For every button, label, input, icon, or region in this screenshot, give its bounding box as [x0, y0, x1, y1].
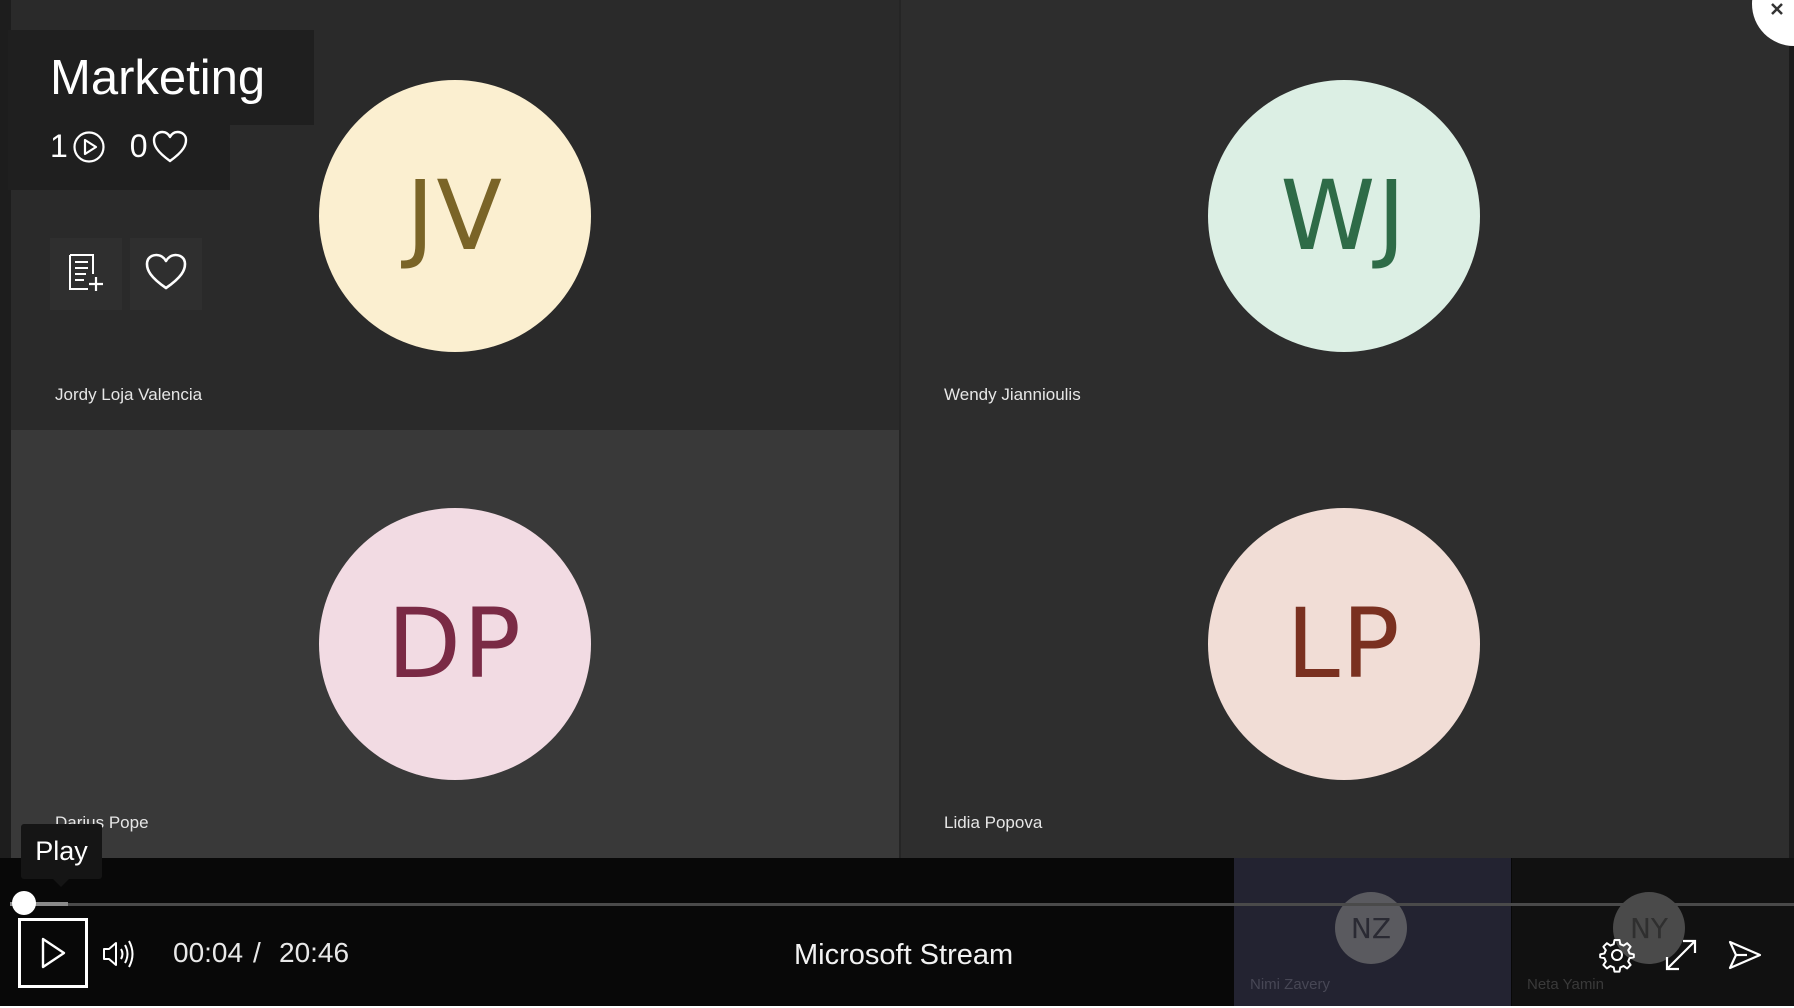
progress-handle[interactable] — [12, 891, 36, 915]
play-tooltip: Play — [21, 824, 102, 887]
participant-thumbnail: NZ Nimi Zavery — [1234, 858, 1511, 1006]
fullscreen-button[interactable] — [1660, 934, 1702, 976]
player-controls-bar: NZ Nimi Zavery NY Neta Yamin — [0, 858, 1794, 1006]
screen: JV Jordy Loja Valencia WJ Wendy Jianniou… — [0, 0, 1794, 1008]
playlist-add-icon — [66, 252, 106, 297]
like-count: 0 — [129, 128, 148, 164]
participant-name: Wendy Jiannioulis — [944, 385, 1081, 404]
participant-avatar: DP — [319, 508, 591, 780]
avatar-initials: LP — [1286, 588, 1402, 700]
avatar-initials: JV — [406, 160, 504, 272]
like-button[interactable] — [130, 238, 202, 310]
play-circle-icon — [72, 130, 106, 164]
play-icon — [41, 937, 66, 969]
participant-avatar: LP — [1208, 508, 1480, 780]
volume-icon — [103, 940, 134, 968]
avatar-initials: WJ — [1280, 160, 1408, 272]
gear-icon — [1599, 939, 1635, 973]
participant-tile: DP Darius Pope — [11, 430, 899, 858]
expand-icon — [1665, 939, 1697, 971]
thumbnail-name: Nimi Zavery — [1250, 976, 1331, 993]
volume-button[interactable] — [99, 936, 139, 972]
current-time: 00:04 — [173, 937, 244, 968]
share-icon — [1728, 940, 1762, 970]
add-to-playlist-button[interactable] — [50, 238, 122, 310]
participant-tile: WJ Wendy Jiannioulis — [901, 0, 1789, 430]
video-right-edge — [1789, 0, 1794, 860]
heart-icon — [152, 130, 188, 164]
video-title: Marketing — [50, 51, 266, 105]
participant-name: Jordy Loja Valencia — [55, 385, 203, 404]
view-count: 1 — [50, 128, 68, 164]
brand-label: Microsoft Stream — [794, 939, 1014, 971]
video-stats: 1 0 — [50, 128, 188, 165]
participant-avatar: JV — [319, 80, 591, 352]
participant-avatar: WJ — [1208, 80, 1480, 352]
settings-button[interactable] — [1596, 934, 1638, 976]
heart-outline-icon — [145, 253, 187, 296]
play-button[interactable] — [18, 918, 88, 988]
participant-name: Lidia Popova — [944, 813, 1043, 832]
thumbnail-name: Neta Yamin — [1527, 976, 1604, 993]
participant-thumbnail: NY Neta Yamin — [1512, 858, 1794, 1006]
share-button[interactable] — [1724, 934, 1766, 976]
duration: 20:46 — [279, 937, 350, 968]
close-icon — [1771, 3, 1783, 15]
participant-tile: LP Lidia Popova — [901, 430, 1789, 858]
time-separator: / — [253, 937, 261, 968]
avatar-initials: DP — [387, 588, 523, 700]
video-player[interactable]: JV Jordy Loja Valencia WJ Wendy Jianniou… — [0, 0, 1794, 1006]
progress-bar[interactable] — [10, 903, 1794, 906]
